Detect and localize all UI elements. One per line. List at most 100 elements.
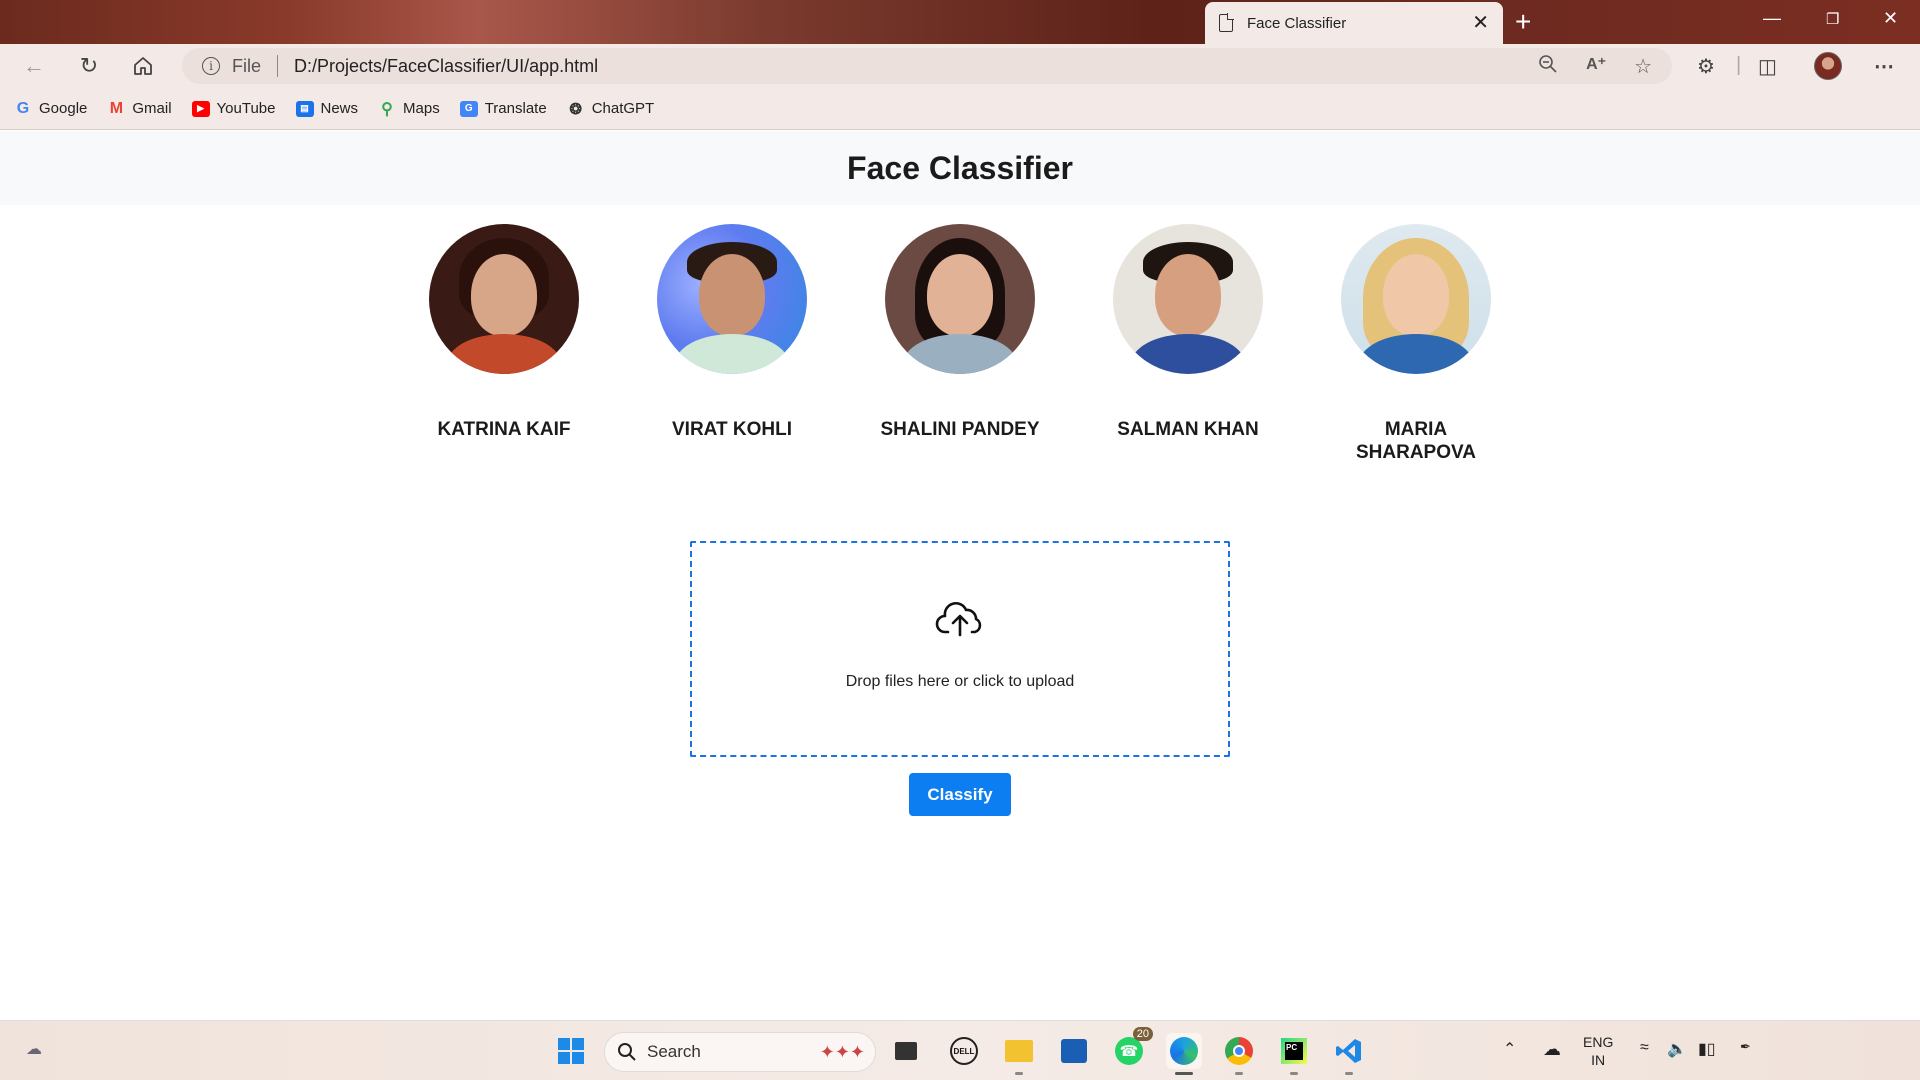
chrome-icon — [1225, 1037, 1253, 1065]
restore-icon[interactable]: ❐ — [1826, 10, 1839, 28]
more-options-icon[interactable]: ⋯ — [1874, 54, 1894, 79]
store-icon — [1061, 1039, 1087, 1063]
windows-icon — [558, 1038, 584, 1064]
read-aloud-icon[interactable]: A⁺ — [1586, 54, 1606, 79]
bookmark-maps[interactable]: ⚲ Maps — [378, 100, 440, 118]
classify-button[interactable]: Classify — [909, 773, 1011, 816]
browser-tab[interactable]: Face Classifier ✕ — [1205, 2, 1503, 44]
pycharm-icon: PC — [1281, 1038, 1307, 1064]
profile-avatar[interactable] — [1814, 52, 1842, 80]
onedrive-icon[interactable]: ☁ — [1543, 1039, 1561, 1060]
url-text[interactable]: D:/Projects/FaceClassifier/UI/app.html — [294, 56, 598, 77]
title-bar: Face Classifier ✕ + — ❐ ✕ — [0, 0, 1920, 44]
notification-badge: 20 — [1132, 1027, 1153, 1041]
person-card[interactable]: SHALINI PANDEY — [870, 224, 1050, 441]
dell-app-button[interactable]: DELL — [946, 1033, 982, 1069]
person-photo — [885, 224, 1035, 374]
divider — [277, 55, 279, 77]
battery-icon[interactable]: ▮▯ — [1698, 1039, 1716, 1059]
person-photo — [1113, 224, 1263, 374]
home-icon[interactable] — [132, 55, 154, 77]
vscode-button[interactable] — [1331, 1033, 1367, 1075]
bookmark-news[interactable]: ▤ News — [295, 100, 359, 117]
people-gallery: KATRINA KAIF VIRAT KOHLI SHALINI PANDEY … — [0, 224, 1920, 464]
bookmark-translate[interactable]: G Translate — [459, 100, 547, 117]
info-icon[interactable]: i — [202, 57, 220, 75]
bookmark-label: ChatGPT — [591, 100, 655, 117]
page-header: Face Classifier — [0, 131, 1920, 205]
file-explorer-button[interactable] — [1001, 1033, 1037, 1075]
search-label: Search — [647, 1042, 701, 1061]
wifi-icon[interactable]: ≈ — [1640, 1039, 1649, 1057]
bookmark-label: News — [320, 100, 359, 117]
extensions-icon[interactable]: ⚙ — [1697, 54, 1715, 79]
bookmark-label: YouTube — [216, 100, 276, 117]
whatsapp-button[interactable]: ☎ 20 — [1111, 1027, 1153, 1069]
address-bar[interactable]: i File D:/Projects/FaceClassifier/UI/app… — [182, 48, 1672, 84]
weather-icon[interactable]: ☁ — [26, 1039, 42, 1059]
maps-icon: ⚲ — [381, 100, 393, 118]
dell-icon: DELL — [950, 1037, 978, 1065]
gmail-icon: M — [109, 99, 124, 117]
person-photo — [429, 224, 579, 374]
vscode-icon — [1336, 1039, 1361, 1063]
person-card[interactable]: VIRAT KOHLI — [642, 224, 822, 441]
person-name: MARIA SHARAPOVA — [1356, 419, 1476, 463]
start-button[interactable] — [553, 1033, 589, 1069]
close-window-icon[interactable]: ✕ — [1883, 8, 1898, 29]
youtube-icon: ▶ — [191, 100, 210, 117]
bookmark-gmail[interactable]: M Gmail — [107, 99, 172, 118]
browser-toolbar: ← ↻ i File D:/Projects/FaceClassifier/UI… — [0, 44, 1920, 88]
file-dropzone[interactable]: Drop files here or click to upload — [690, 541, 1230, 757]
taskbar: ☁ Search ✦✦✦ DELL ☎ 20 PC ⌃ ☁ ENG IN ≈ 🔈… — [0, 1020, 1920, 1080]
chatgpt-icon: ❂ — [569, 100, 582, 118]
person-card[interactable]: SALMAN KHAN — [1098, 224, 1278, 441]
person-name: SHALINI PANDEY — [880, 419, 1040, 440]
zoom-out-icon[interactable] — [1538, 54, 1558, 74]
bookmark-youtube[interactable]: ▶ YouTube — [191, 100, 276, 117]
person-photo — [657, 224, 807, 374]
person-name: KATRINA KAIF — [437, 419, 571, 440]
tab-title: Face Classifier — [1247, 14, 1347, 32]
show-hidden-icons[interactable]: ⌃ — [1503, 1039, 1516, 1059]
minimize-icon[interactable]: — — [1763, 8, 1781, 29]
pen-icon[interactable]: ✒ — [1740, 1039, 1751, 1055]
new-tab-button[interactable]: + — [1515, 6, 1531, 38]
edge-button[interactable] — [1166, 1033, 1202, 1075]
google-icon: G — [16, 99, 30, 117]
store-button[interactable] — [1056, 1033, 1092, 1069]
back-arrow-icon[interactable]: ← — [22, 54, 46, 78]
volume-icon[interactable]: 🔈 — [1667, 1039, 1687, 1059]
news-icon: ▤ — [295, 100, 314, 117]
person-card[interactable]: KATRINA KAIF — [414, 224, 594, 441]
pycharm-button[interactable]: PC — [1276, 1033, 1312, 1075]
page-title: Face Classifier — [847, 149, 1073, 186]
search-highlight-icon: ✦✦✦ — [819, 1041, 865, 1062]
region-code: IN — [1591, 1052, 1606, 1068]
tab-close-button[interactable]: ✕ — [1472, 13, 1489, 33]
folder-icon — [1005, 1040, 1033, 1062]
split-screen-icon[interactable]: ◫ — [1758, 54, 1777, 79]
chrome-button[interactable] — [1221, 1033, 1257, 1075]
bookmark-label: Gmail — [132, 100, 172, 117]
person-card[interactable]: MARIA SHARAPOVA — [1326, 224, 1506, 464]
reload-icon[interactable]: ↻ — [77, 54, 101, 78]
favorite-star-icon[interactable]: ☆ — [1634, 54, 1652, 79]
file-label: File — [232, 55, 262, 76]
task-view-icon — [895, 1042, 917, 1060]
person-name: SALMAN KHAN — [1117, 419, 1259, 440]
task-view-button[interactable] — [888, 1033, 924, 1069]
bookmark-label: Maps — [403, 100, 440, 117]
document-icon — [1219, 13, 1234, 32]
bookmarks-bar: G Google M Gmail ▶ YouTube ▤ News ⚲ Maps… — [0, 88, 1920, 130]
bookmark-label: Translate — [484, 100, 547, 117]
search-icon — [618, 1043, 636, 1061]
whatsapp-icon: ☎ — [1115, 1037, 1143, 1065]
dropzone-text: Drop files here or click to upload — [845, 673, 1075, 690]
bookmark-chatgpt[interactable]: ❂ ChatGPT — [567, 100, 655, 118]
translate-icon: G — [459, 100, 478, 117]
edge-icon — [1170, 1037, 1198, 1065]
language-indicator[interactable]: ENG IN — [1583, 1033, 1613, 1069]
taskbar-search[interactable]: Search ✦✦✦ — [604, 1032, 876, 1072]
bookmark-google[interactable]: G Google — [14, 99, 88, 118]
